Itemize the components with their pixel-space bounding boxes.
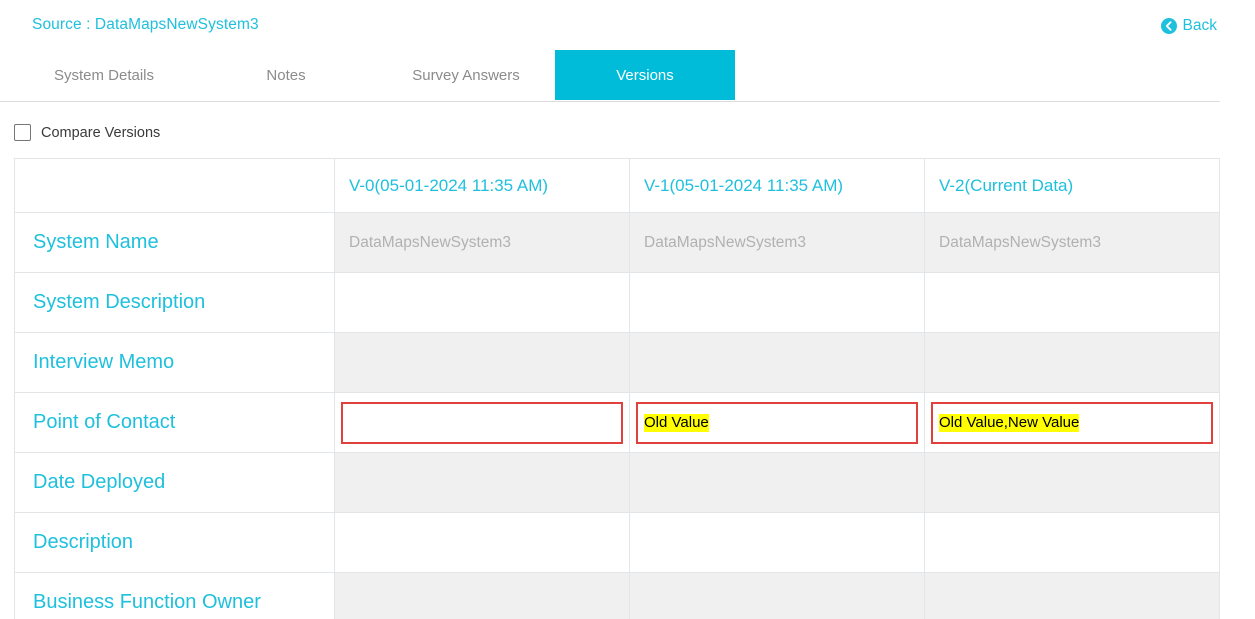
row-label: Point of Contact [14, 392, 335, 453]
table-cell [629, 452, 925, 513]
back-label: Back [1182, 17, 1217, 34]
cell-value-text: DataMapsNewSystem3 [349, 233, 511, 251]
table-header: V-0(05-01-2024 11:35 AM) V-1(05-01-2024 … [14, 158, 1220, 213]
table-row: System Name DataMapsNewSystem3 DataMapsNew… [14, 212, 1220, 273]
page-header: Source : DataMapsNewSystem3 Back [0, 0, 1255, 48]
tab-survey-answers[interactable]: Survey Answers [390, 50, 542, 100]
table-cell [629, 272, 925, 333]
compare-versions-control: Compare Versions [14, 124, 160, 141]
table-cell [334, 512, 630, 573]
tab-system-details[interactable]: System Details [38, 50, 170, 100]
table-header-row: V-0(05-01-2024 11:35 AM) V-1(05-01-2024 … [14, 158, 1220, 213]
table-cell [924, 572, 1220, 619]
page-title: Source : DataMapsNewSystem3 [32, 16, 259, 33]
back-button[interactable]: Back [1160, 17, 1217, 35]
table-cell [629, 332, 925, 393]
column-header-v1: V-1(05-01-2024 11:35 AM) [629, 158, 925, 213]
table-cell [924, 452, 1220, 513]
diff-highlight-box: Old Value [636, 401, 918, 444]
chevron-left-circle-icon [1160, 18, 1177, 34]
table-cell: DataMapsNewSystem3 [924, 212, 1220, 273]
table-cell [629, 512, 925, 573]
row-label: Description [14, 512, 335, 573]
compare-versions-label[interactable]: Compare Versions [41, 125, 160, 141]
row-label: System Description [14, 272, 335, 333]
versions-table: V-0(05-01-2024 11:35 AM) V-1(05-01-2024 … [14, 158, 1220, 619]
diff-highlight-box [341, 401, 623, 444]
column-header-v0: V-0(05-01-2024 11:35 AM) [334, 158, 630, 213]
tab-notes[interactable]: Notes [238, 50, 334, 100]
table-cell: DataMapsNewSystem3 [629, 212, 925, 273]
table-cell [334, 332, 630, 393]
table-cell: DataMapsNewSystem3 [334, 212, 630, 273]
column-header-v2: V-2(Current Data) [924, 158, 1220, 213]
table-row: Interview Memo [14, 332, 1220, 393]
tab-versions[interactable]: Versions [555, 50, 735, 100]
table-body: System Name DataMapsNewSystem3 DataMapsNew… [14, 212, 1220, 619]
cell-value-text: DataMapsNewSystem3 [939, 233, 1101, 251]
diff-value-text: Old Value [644, 413, 709, 432]
tab-label: Notes [266, 66, 306, 84]
table-cell [924, 332, 1220, 393]
tab-label: Versions [616, 66, 674, 84]
row-label: System Name [14, 212, 335, 273]
table-row: Date Deployed [14, 452, 1220, 513]
table-cell [334, 452, 630, 513]
cell-value-text: DataMapsNewSystem3 [644, 233, 806, 251]
table-row: System Description [14, 272, 1220, 333]
row-label: Interview Memo [14, 332, 335, 393]
table-cell [334, 272, 630, 333]
row-label: Business Function Owner [14, 572, 335, 619]
table-cell: Old Value [629, 392, 925, 453]
table-corner-cell [14, 158, 335, 213]
table-row: Description [14, 512, 1220, 573]
table-row: Point of Contact Old Value Old Value,New V… [14, 392, 1220, 453]
diff-value-text: Old Value,New Value [939, 413, 1080, 432]
table-cell [334, 392, 630, 453]
table-cell [334, 572, 630, 619]
table-cell [924, 512, 1220, 573]
diff-highlight-box: Old Value,New Value [931, 401, 1213, 444]
table-cell [924, 272, 1220, 333]
versions-page: Source : DataMapsNewSystem3 Back System … [0, 0, 1255, 619]
tab-bar: System Details Notes Survey Answers Vers… [0, 50, 1220, 102]
table-cell: Old Value,New Value [924, 392, 1220, 453]
table-cell [629, 572, 925, 619]
row-label: Date Deployed [14, 452, 335, 513]
tab-label: System Details [53, 66, 155, 84]
table-row: Business Function Owner [14, 572, 1220, 619]
compare-versions-checkbox[interactable] [14, 124, 31, 141]
tab-label: Survey Answers [412, 66, 520, 84]
